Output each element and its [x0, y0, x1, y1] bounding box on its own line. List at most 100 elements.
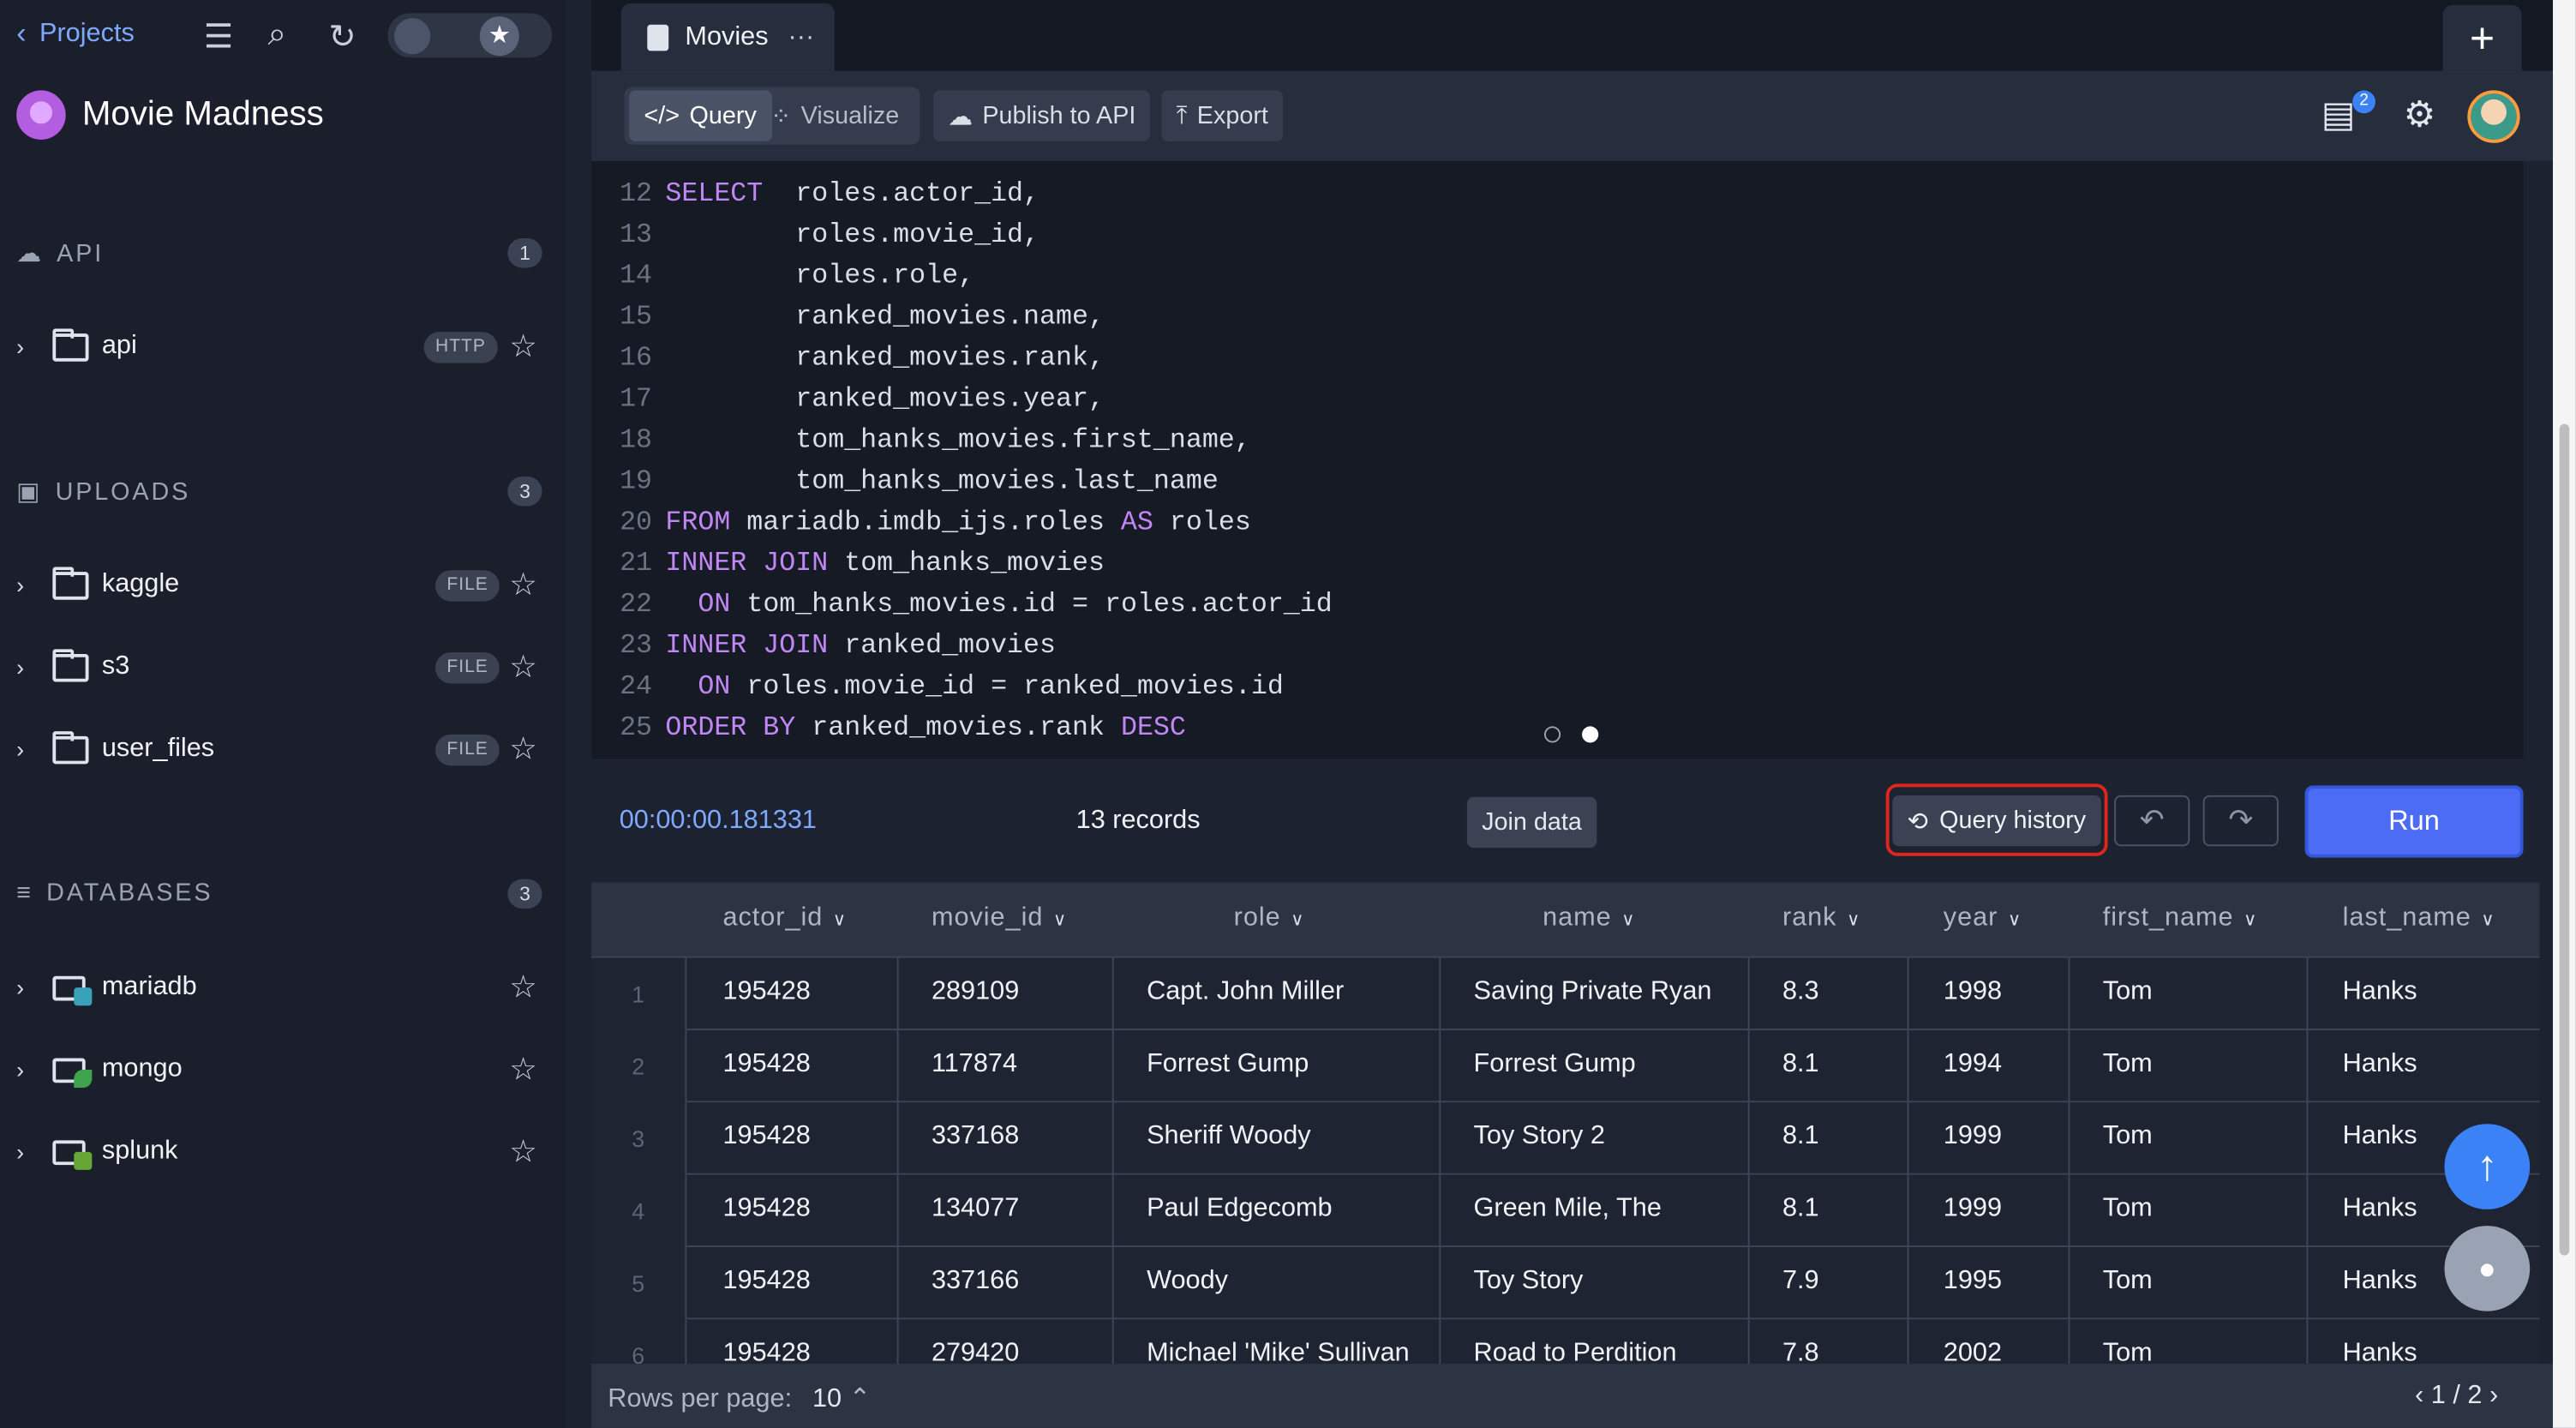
table-row[interactable]: 3 195428 337168 Sheriff Woody Toy Story 2 8.1… — [591, 1102, 2540, 1175]
star-icon[interactable]: ☆ — [509, 1051, 537, 1089]
column-header-year[interactable]: year ∨ — [1944, 903, 2022, 933]
view-toggle[interactable]: ★ — [387, 13, 553, 58]
back-to-projects-link[interactable]: ‹ Projects — [16, 16, 135, 51]
project-logo-icon — [16, 90, 66, 140]
sidebar-item-api[interactable]: › api HTTP ☆ — [16, 322, 559, 372]
table-cell: 279420 — [931, 1339, 1020, 1365]
query-button[interactable]: </> Query — [629, 90, 772, 141]
chevron-right-icon[interactable]: › — [16, 1057, 39, 1083]
history-icon: ⟲ — [1907, 807, 1928, 836]
table-cell: 1994 — [1943, 1049, 2003, 1078]
column-header-actor-id[interactable]: actor_id ∨ — [722, 903, 847, 933]
next-page-icon[interactable]: › — [2489, 1382, 2498, 1410]
code-line[interactable]: 20 FROM mariadb.imdb_ijs.roles AS roles — [591, 506, 1251, 547]
column-divider — [2068, 1319, 2070, 1365]
database-icon: ≡ — [16, 879, 33, 908]
code-text: roles.movie_id, — [795, 218, 1040, 250]
table-cell: Hanks — [2342, 1122, 2417, 1150]
prev-page-icon[interactable]: ‹ — [2415, 1382, 2423, 1410]
table-row[interactable]: 1 195428 289109 Capt. John Miller Saving Pri… — [591, 957, 2540, 1030]
sidebar-item-kaggle[interactable]: › kaggle FILE ☆ — [16, 561, 559, 610]
join-data-button[interactable]: Join data — [1466, 796, 1597, 849]
table-row[interactable]: 2 195428 117874 Forrest Gump Forrest Gump 8.1… — [591, 1029, 2540, 1103]
scrollbar-thumb[interactable] — [2559, 423, 2570, 1256]
search-icon[interactable]: ⌕ — [267, 16, 285, 54]
chevron-right-icon[interactable]: › — [16, 333, 39, 360]
run-button[interactable]: Run — [2304, 785, 2524, 858]
sidebar-toggle-icon[interactable] — [394, 18, 431, 55]
sidebar-item-mongo[interactable]: › mongo ☆ — [16, 1045, 559, 1095]
rows-per-page-value[interactable]: 10 — [812, 1385, 842, 1413]
query-history-button[interactable]: ⟲ Query history — [1892, 795, 2101, 847]
column-header-rank[interactable]: rank ∨ — [1782, 903, 1860, 933]
star-icon[interactable]: ☆ — [509, 648, 537, 686]
code-line[interactable]: 22 ON tom_hanks_movies.id = roles.actor_… — [591, 588, 1333, 629]
column-divider — [1747, 1102, 1750, 1175]
chat-button[interactable]: ● — [2444, 1226, 2531, 1311]
export-button[interactable]: ⤒ Export — [1161, 90, 1284, 141]
comments-icon[interactable]: ▤ — [2321, 93, 2356, 136]
star-icon[interactable]: ☆ — [509, 1133, 537, 1171]
code-line[interactable]: 25 ORDER BY ranked_movies.rank DESC — [591, 711, 1186, 753]
sidebar-item-user-files[interactable]: › user_files FILE ☆ — [16, 724, 559, 774]
star-icon[interactable]: ☆ — [509, 730, 537, 768]
code-line[interactable]: 21 INNER JOIN tom_hanks_movies — [591, 547, 1105, 588]
column-divider — [896, 1102, 899, 1175]
chevron-right-icon[interactable]: › — [16, 1138, 39, 1165]
star-icon[interactable]: ☆ — [509, 327, 537, 365]
page-scrollbar[interactable] — [2553, 0, 2576, 1428]
table-row[interactable]: 4 195428 134077 Paul Edgecomb Green Mile, Th… — [591, 1174, 2540, 1248]
star-icon[interactable]: ☆ — [509, 566, 537, 603]
table-cell: Saving Private Ryan — [1473, 977, 1712, 1006]
code-line[interactable]: 19 tom_hanks_movies.last_name — [591, 465, 1219, 507]
chevron-right-icon[interactable]: › — [16, 975, 39, 1001]
line-number: 21 — [620, 547, 653, 579]
column-header-movie-id[interactable]: movie_id ∨ — [932, 903, 1067, 933]
sidebar-item-s3[interactable]: › s3 FILE ☆ — [16, 643, 559, 693]
favorites-star-icon[interactable]: ★ — [479, 16, 519, 57]
sidebar-item-mariadb[interactable]: › mariadb ☆ — [16, 963, 559, 1012]
pager-dot-active[interactable] — [1582, 726, 1599, 743]
pager-dot[interactable] — [1543, 726, 1561, 743]
chevron-right-icon[interactable]: › — [16, 736, 39, 763]
column-header-name[interactable]: name ∨ — [1543, 903, 1635, 933]
code-line[interactable]: 14 roles.role, — [591, 260, 974, 301]
gear-icon[interactable]: ⚙ — [2404, 93, 2436, 136]
undo-button[interactable]: ↶ — [2114, 795, 2190, 847]
star-icon[interactable]: ☆ — [509, 969, 537, 1006]
sidebar-item-splunk[interactable]: › splunk ☆ — [16, 1127, 559, 1177]
scroll-to-top-button[interactable]: ↑ — [2444, 1124, 2531, 1209]
sidebar-item-label: s3 — [101, 652, 130, 681]
avatar[interactable] — [2467, 90, 2520, 143]
refresh-icon[interactable]: ↻ — [328, 16, 356, 57]
code-line[interactable]: 18 tom_hanks_movies.first_name, — [591, 424, 1251, 465]
table-row[interactable]: 5 195428 337166 Woody Toy Story 7.9 1995 Tom Han… — [591, 1247, 2540, 1320]
table-row[interactable]: 6 195428 279420 Michael 'Mike' Sullivan Road… — [591, 1319, 2540, 1365]
column-header-role[interactable]: role ∨ — [1234, 903, 1305, 933]
column-divider — [1907, 1174, 1909, 1248]
new-tab-button[interactable]: + — [2442, 4, 2522, 71]
column-header-last-name[interactable]: last_name ∨ — [2343, 903, 2495, 933]
code-line[interactable]: 17 ranked_movies.year, — [591, 383, 1105, 424]
redo-button[interactable]: ↷ — [2202, 795, 2279, 847]
code-line[interactable]: 13 roles.movie_id, — [591, 219, 1039, 260]
more-options-icon[interactable]: ··· — [788, 22, 815, 52]
filter-sliders-icon[interactable]: ☰ — [204, 16, 233, 57]
visualize-button[interactable]: ⁘ Visualize — [756, 90, 914, 141]
table-cell: Hanks — [2342, 1194, 2417, 1223]
chevron-right-icon[interactable]: › — [16, 654, 39, 681]
chevron-up-icon[interactable]: ⌃ — [849, 1385, 872, 1413]
rows-per-page[interactable]: Rows per page: 10 ⌃ — [608, 1382, 871, 1414]
tab-movies[interactable]: Movies ··· — [620, 3, 835, 71]
column-header-first-name[interactable]: first_name ∨ — [2103, 903, 2258, 933]
code-line[interactable]: 24 ON roles.movie_id = ranked_movies.id — [591, 670, 1284, 711]
code-line[interactable]: 23 INNER JOIN ranked_movies — [591, 629, 1056, 670]
code-line[interactable]: 15 ranked_movies.name, — [591, 301, 1105, 342]
sql-editor[interactable]: 12 SELECT roles.actor_id, 13 roles.movie_i… — [591, 160, 2524, 759]
code-line[interactable]: 12 SELECT roles.actor_id, — [591, 177, 1039, 219]
elapsed-time: 00:00:00.181331 — [619, 807, 817, 835]
chevron-right-icon[interactable]: › — [16, 572, 39, 598]
editor-scrollbar[interactable] — [2523, 160, 2554, 759]
publish-to-api-button[interactable]: ☁ Publish to API — [932, 90, 1151, 141]
code-line[interactable]: 16 ranked_movies.rank, — [591, 342, 1105, 383]
